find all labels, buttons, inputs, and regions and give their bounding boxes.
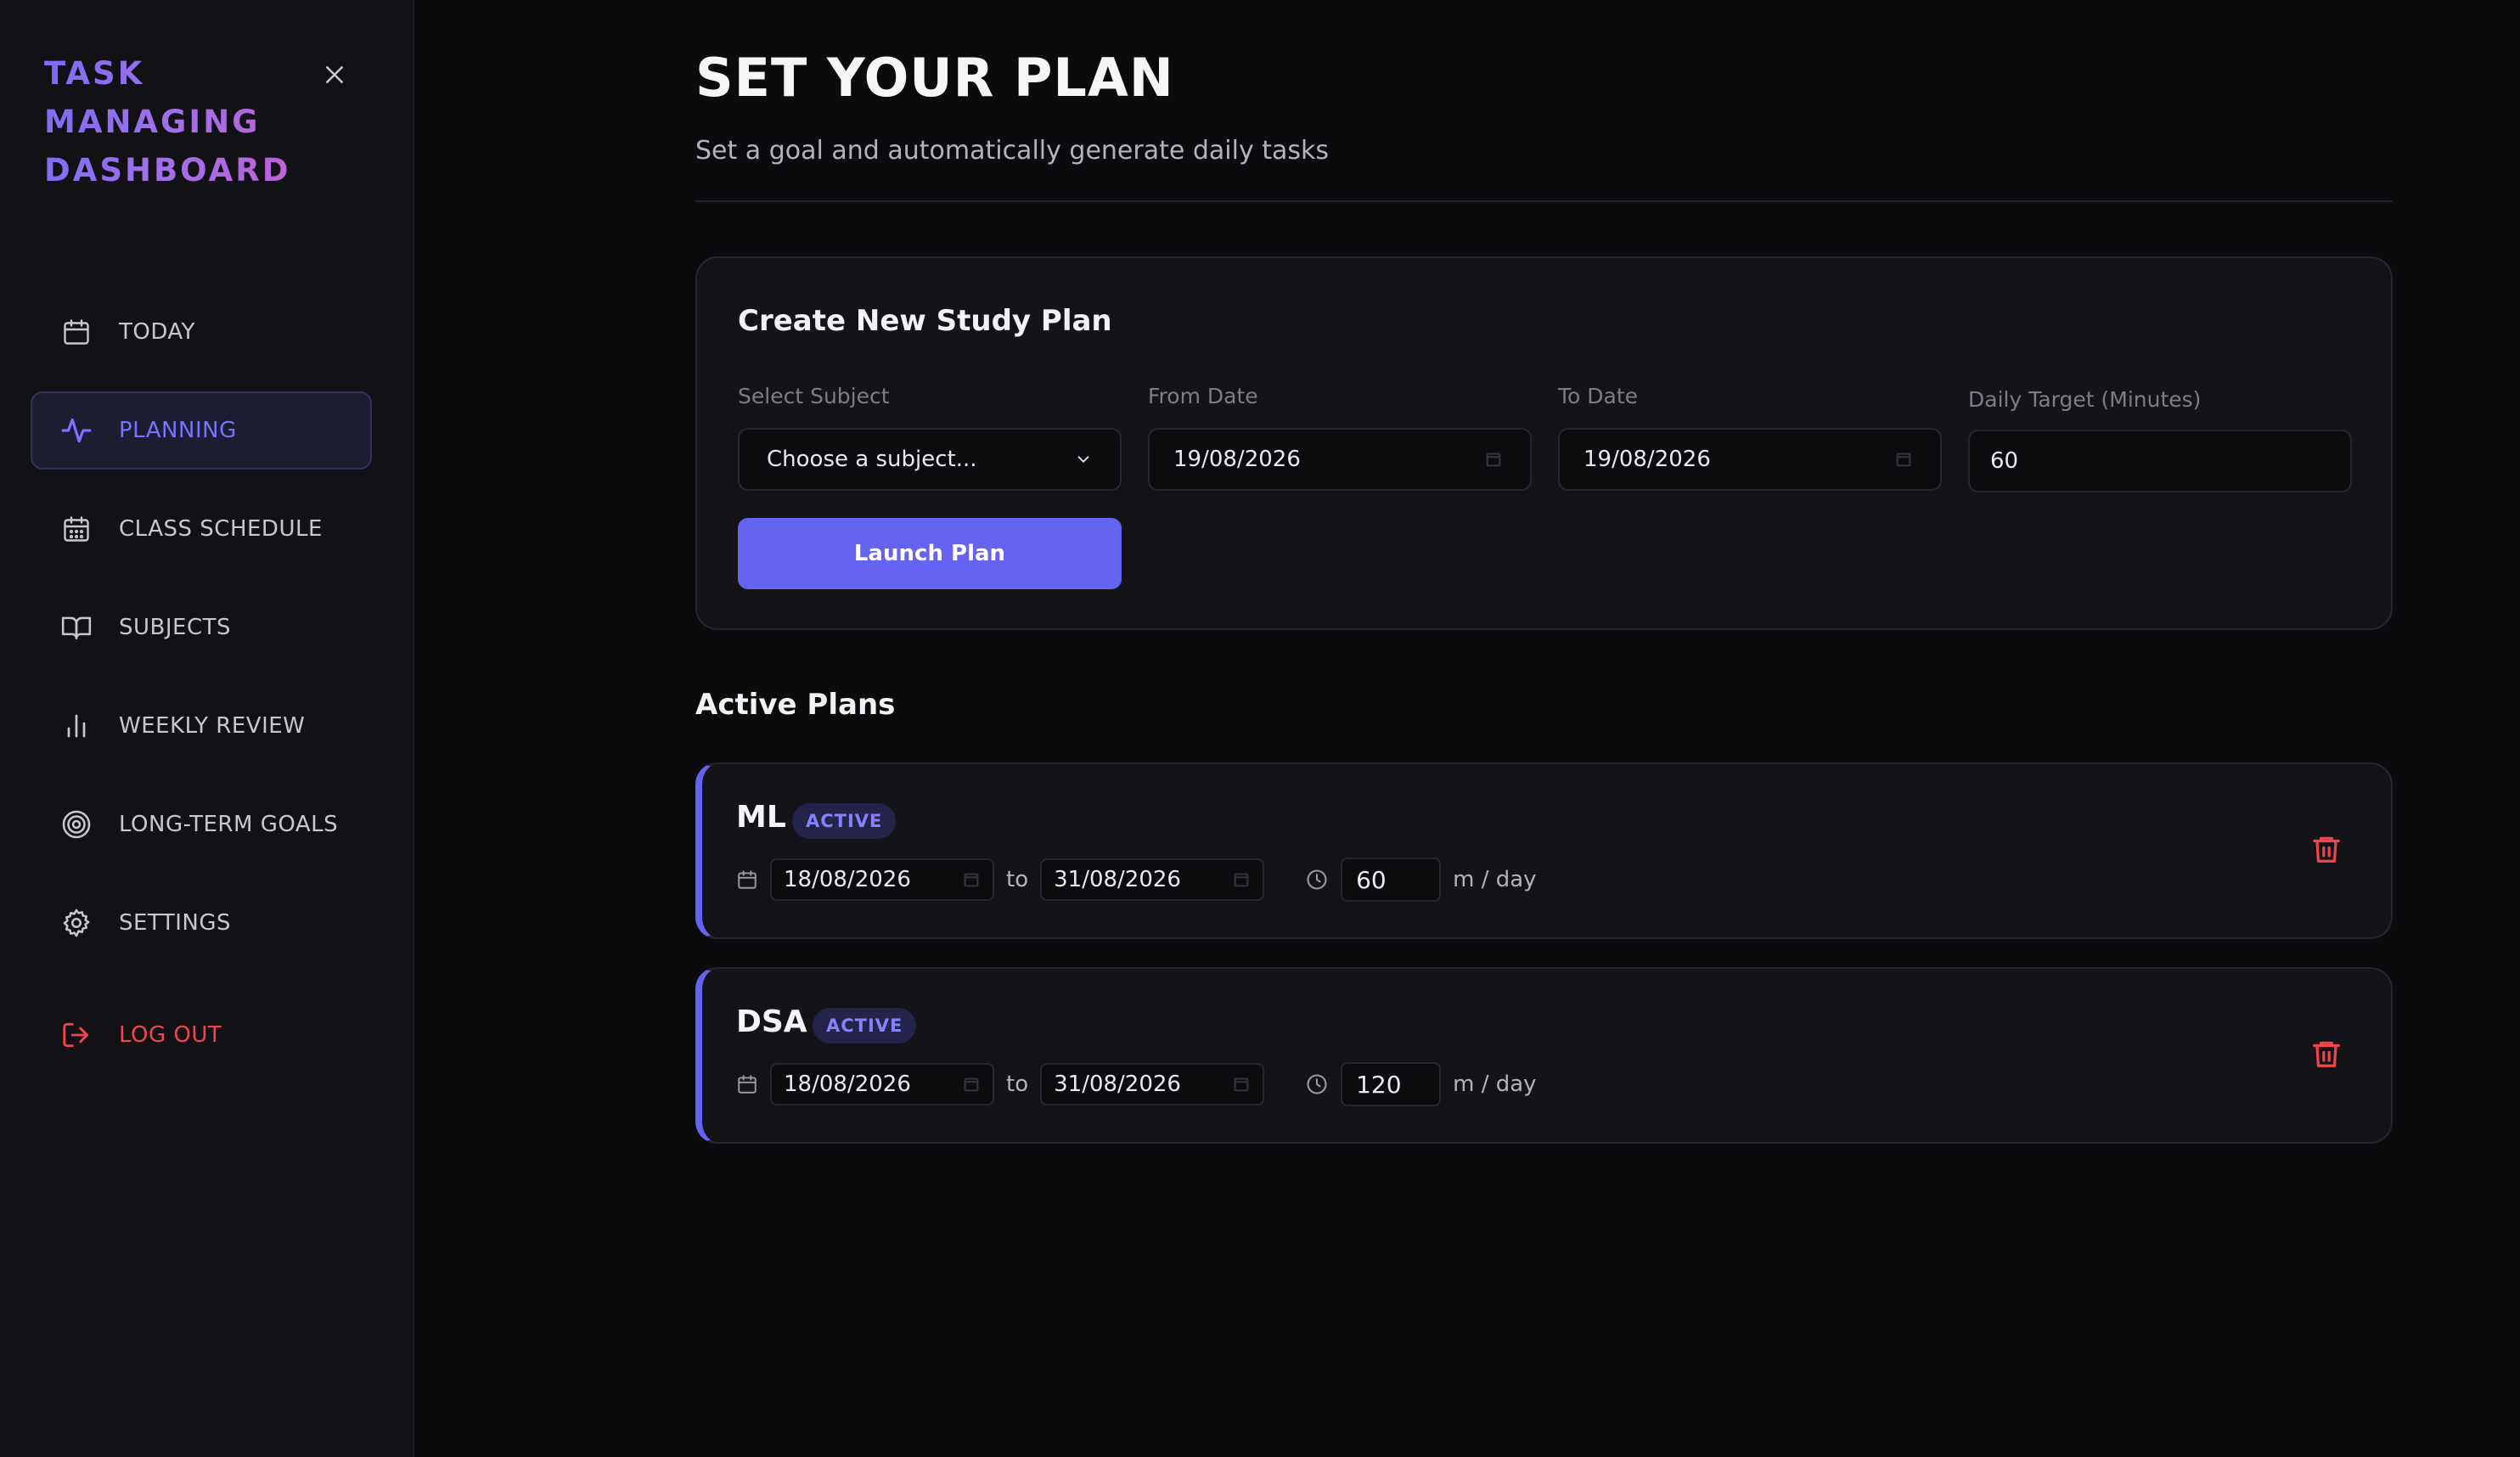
create-plan-card: Create New Study Plan Select Subject Cho… xyxy=(695,256,2393,630)
logout-label: LOG OUT xyxy=(119,1022,222,1048)
plan-from-date-input[interactable]: 18/08/2026 xyxy=(770,1063,994,1105)
plan-to-date-input[interactable]: 31/08/2026 xyxy=(1040,858,1265,901)
status-badge: ACTIVE xyxy=(792,803,897,839)
brand-line: DASHBOARD xyxy=(44,152,291,188)
from-date-input[interactable]: 19/08/2026 xyxy=(1148,428,1532,491)
activity-icon xyxy=(59,413,93,447)
minutes-unit: m / day xyxy=(1453,1072,1537,1097)
calendar-icon xyxy=(59,315,93,349)
calendar-grid-icon xyxy=(59,512,93,546)
plan-name: DSA xyxy=(736,1004,807,1039)
plan-from-date-input[interactable]: 18/08/2026 xyxy=(770,858,994,901)
calendar-picker-icon[interactable] xyxy=(962,870,981,889)
plan-minutes-value: 60 xyxy=(1356,865,1387,894)
active-plans-title: Active Plans xyxy=(695,688,896,722)
plan-card-dsa: DSA ACTIVE 18/08/2026 to 31/08/2026 120 … xyxy=(695,967,2393,1144)
sidebar-item-label: SETTINGS xyxy=(119,910,232,936)
daily-target-value: 60 xyxy=(1990,448,2019,474)
plan-details: 18/08/2026 to 31/08/2026 60 m / day xyxy=(736,858,1537,902)
subject-select-value: Choose a subject... xyxy=(767,447,977,472)
trash-icon xyxy=(2313,836,2340,863)
daily-target-label: Daily Target (Minutes) xyxy=(1968,387,2202,412)
close-sidebar-button[interactable] xyxy=(319,59,350,90)
calendar-icon xyxy=(736,869,758,891)
sidebar-item-planning[interactable]: PLANNING xyxy=(31,391,372,470)
sidebar-item-today[interactable]: TODAY xyxy=(31,293,372,371)
status-badge: ACTIVE xyxy=(813,1008,917,1044)
sidebar-nav: TODAY PLANNING CLASS SCHEDULE SUBJECTS W… xyxy=(31,293,372,1094)
sidebar-item-class-schedule[interactable]: CLASS SCHEDULE xyxy=(31,490,372,568)
calendar-icon xyxy=(736,1073,758,1095)
plan-minutes-input[interactable]: 120 xyxy=(1341,1062,1442,1106)
plan-name: ML xyxy=(736,800,786,835)
brand-line: MANAGING xyxy=(44,104,261,140)
sidebar-item-subjects[interactable]: SUBJECTS xyxy=(31,588,372,667)
plan-minutes-value: 120 xyxy=(1356,1070,1402,1099)
calendar-picker-icon[interactable] xyxy=(962,1075,981,1094)
delete-plan-button[interactable] xyxy=(2308,1033,2345,1074)
sidebar-item-label: SUBJECTS xyxy=(119,615,232,640)
delete-plan-button[interactable] xyxy=(2308,829,2345,869)
page-title: SET YOUR PLAN xyxy=(695,47,1174,109)
sidebar-item-label: WEEKLY REVIEW xyxy=(119,713,306,739)
page-subtitle: Set a goal and automatically generate da… xyxy=(695,136,1330,166)
header-divider xyxy=(695,200,2393,202)
from-date-label: From Date xyxy=(1148,384,1258,408)
daily-target-input[interactable]: 60 xyxy=(1968,430,2352,492)
sidebar-item-label: CLASS SCHEDULE xyxy=(119,516,323,542)
sidebar: TASK MANAGING DASHBOARD TODAY PLANNING C… xyxy=(0,0,414,1457)
create-plan-title: Create New Study Plan xyxy=(738,304,1112,338)
subject-select[interactable]: Choose a subject... xyxy=(738,428,1122,491)
sidebar-item-label: TODAY xyxy=(119,319,196,345)
subject-label: Select Subject xyxy=(738,384,890,408)
date-separator: to xyxy=(1006,1072,1029,1097)
target-icon xyxy=(59,807,93,841)
calendar-picker-icon[interactable] xyxy=(1894,450,1913,469)
brand-line: TASK xyxy=(44,55,145,92)
logout-button[interactable]: LOG OUT xyxy=(31,996,372,1074)
chevron-down-icon xyxy=(1074,450,1093,469)
clock-icon xyxy=(1305,868,1329,892)
trash-icon xyxy=(2313,1041,2340,1067)
calendar-picker-icon[interactable] xyxy=(1232,1075,1251,1094)
plan-details: 18/08/2026 to 31/08/2026 120 m / day xyxy=(736,1062,1537,1106)
plan-card-ml: ML ACTIVE 18/08/2026 to 31/08/2026 60 m … xyxy=(695,762,2393,939)
plan-from-date-value: 18/08/2026 xyxy=(784,867,911,892)
sidebar-item-label: PLANNING xyxy=(119,418,237,443)
to-date-input[interactable]: 19/08/2026 xyxy=(1558,428,1942,491)
plan-to-date-value: 31/08/2026 xyxy=(1054,867,1181,892)
close-icon xyxy=(326,66,343,83)
gear-icon xyxy=(59,906,93,940)
brand-title: TASK MANAGING DASHBOARD xyxy=(44,49,299,194)
minutes-unit: m / day xyxy=(1453,867,1537,892)
plan-to-date-input[interactable]: 31/08/2026 xyxy=(1040,1063,1265,1105)
logout-icon xyxy=(59,1018,93,1052)
clock-icon xyxy=(1305,1072,1329,1096)
calendar-picker-icon[interactable] xyxy=(1484,450,1503,469)
bar-chart-icon xyxy=(59,709,93,743)
sidebar-item-long-term-goals[interactable]: LONG-TERM GOALS xyxy=(31,785,372,864)
main-content: SET YOUR PLAN Set a goal and automatical… xyxy=(414,0,2520,1457)
sidebar-item-weekly-review[interactable]: WEEKLY REVIEW xyxy=(31,687,372,765)
app: TASK MANAGING DASHBOARD TODAY PLANNING C… xyxy=(0,0,2520,1457)
date-separator: to xyxy=(1006,867,1029,892)
plan-to-date-value: 31/08/2026 xyxy=(1054,1072,1181,1097)
to-date-value: 19/08/2026 xyxy=(1583,447,1711,472)
to-date-label: To Date xyxy=(1558,384,1639,408)
calendar-picker-icon[interactable] xyxy=(1232,870,1251,889)
from-date-value: 19/08/2026 xyxy=(1173,447,1301,472)
sidebar-item-settings[interactable]: SETTINGS xyxy=(31,884,372,962)
book-icon xyxy=(59,610,93,644)
plan-minutes-input[interactable]: 60 xyxy=(1341,858,1442,902)
plan-from-date-value: 18/08/2026 xyxy=(784,1072,911,1097)
sidebar-item-label: LONG-TERM GOALS xyxy=(119,812,339,837)
launch-plan-button[interactable]: Launch Plan xyxy=(738,518,1122,589)
